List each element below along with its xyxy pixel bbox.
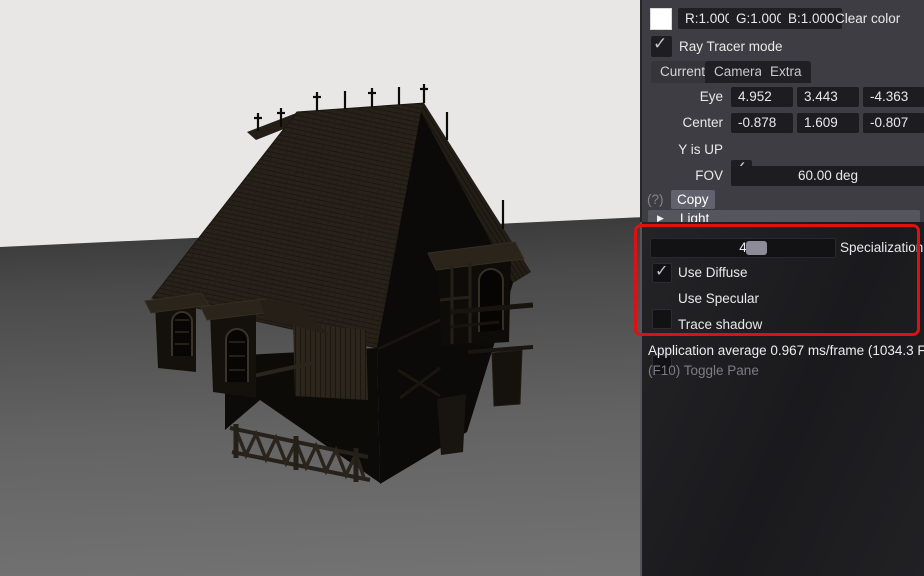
fov-label: FOV	[642, 166, 723, 186]
specialization-label: Specialization	[840, 238, 923, 258]
ray-tracer-checkbox[interactable]: ✓	[651, 36, 672, 57]
center-z-field[interactable]: -0.807	[863, 113, 924, 133]
trace-shadow-label: Trace shadow	[678, 315, 762, 335]
stats-window: 4 Specialization ✓ Use Diffuse Use Specu…	[640, 222, 924, 576]
light-section-header[interactable]: ▶ Light	[648, 210, 920, 222]
corner-banner	[437, 394, 466, 455]
settings-panel: R:1.000 G:1.000 B:1.000 Clear color ✓ Ra…	[640, 0, 924, 576]
ray-tracer-label: Ray Tracer mode	[679, 37, 783, 57]
y-is-up-label: Y is UP	[642, 140, 723, 160]
eye-z-field[interactable]: -4.363	[863, 87, 924, 107]
check-icon: ✓	[653, 34, 667, 54]
clear-color-label: Clear color	[835, 9, 900, 29]
bay-window	[428, 242, 524, 346]
eye-y-field[interactable]: 3.443	[797, 87, 859, 107]
use-specular-label: Use Specular	[678, 289, 759, 309]
main-settings-window: R:1.000 G:1.000 B:1.000 Clear color ✓ Ra…	[640, 0, 924, 222]
slider-grabber[interactable]	[746, 241, 767, 255]
blue-value-button[interactable]: B:1.000	[781, 8, 842, 29]
color-swatch[interactable]	[650, 8, 672, 30]
app-window: R:1.000 G:1.000 B:1.000 Clear color ✓ Ra…	[0, 0, 924, 576]
help-hint: (?)	[647, 190, 664, 210]
center-label: Center	[642, 113, 723, 133]
use-diffuse-checkbox[interactable]: ✓	[652, 263, 672, 283]
chevron-right-icon: ▶	[657, 213, 664, 222]
center-y-field[interactable]: 1.609	[797, 113, 859, 133]
use-specular-checkbox[interactable]	[652, 309, 672, 329]
tab-extra[interactable]: Extra	[761, 61, 811, 83]
fps-stats-text: Application average 0.967 ms/frame (1034…	[648, 341, 924, 361]
plank-wall	[293, 322, 368, 400]
copy-button[interactable]: Copy	[671, 190, 715, 209]
check-icon: ✓	[655, 261, 668, 281]
hanging-banner	[492, 350, 522, 406]
eye-x-field[interactable]: 4.952	[731, 87, 793, 107]
dormer-1	[145, 293, 209, 372]
center-x-field[interactable]: -0.878	[731, 113, 793, 133]
toggle-pane-hint: (F10) Toggle Pane	[648, 361, 759, 381]
eye-label: Eye	[642, 87, 723, 107]
fov-field[interactable]: 60.00 deg	[731, 166, 924, 186]
use-diffuse-label: Use Diffuse	[678, 263, 748, 283]
light-header-label: Light	[680, 211, 709, 222]
specialization-slider[interactable]: 4	[650, 238, 836, 258]
slider-value: 4	[651, 239, 835, 257]
house-model	[0, 0, 640, 576]
